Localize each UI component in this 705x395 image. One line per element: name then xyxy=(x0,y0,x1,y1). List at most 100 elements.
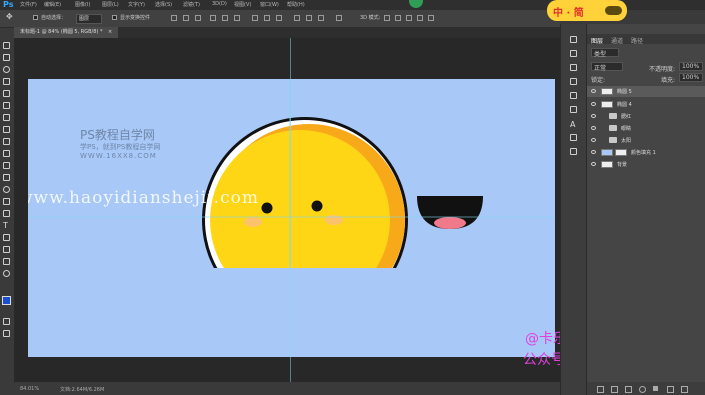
auto-select-checkbox[interactable] xyxy=(33,15,38,20)
distribute-vcenter-icon[interactable] xyxy=(264,15,270,21)
crop-tool-icon[interactable] xyxy=(3,90,10,97)
quick-select-tool-icon[interactable] xyxy=(3,78,10,85)
align-left-icon[interactable] xyxy=(210,15,216,21)
menu-select[interactable]: 选择(S) xyxy=(155,1,172,8)
healing-brush-tool-icon[interactable] xyxy=(3,114,10,121)
menu-filter[interactable]: 滤镜(T) xyxy=(183,1,200,8)
swatches-icon[interactable] xyxy=(570,92,577,99)
lasso-tool-icon[interactable] xyxy=(3,66,10,73)
menu-layer[interactable]: 图层(L) xyxy=(102,1,119,8)
layer-row[interactable]: 腮红 xyxy=(587,111,705,122)
close-icon[interactable]: × xyxy=(108,29,112,35)
distribute-hcenter-icon[interactable] xyxy=(306,15,312,21)
document-tab[interactable]: 未标题-1 @ 84% (椭圆 5, RGB/8) * × xyxy=(14,27,119,38)
canvas-area[interactable]: PS教程自学网 学PS，就到PS教程自学网 WWW.16XX8.COM www.… xyxy=(15,38,560,382)
transform-controls-checkbox[interactable] xyxy=(112,15,117,20)
delete-layer-icon[interactable] xyxy=(681,386,688,393)
eye-icon[interactable] xyxy=(591,150,596,154)
align-right-icon[interactable] xyxy=(234,15,240,21)
layer-row[interactable]: 眼睛 xyxy=(587,123,705,134)
type-tool-icon[interactable]: T xyxy=(3,222,10,230)
menu-view[interactable]: 视图(V) xyxy=(234,1,251,8)
menu-image[interactable]: 图像(I) xyxy=(75,1,90,8)
quick-mask-icon[interactable] xyxy=(3,318,10,325)
brush-tool-icon[interactable] xyxy=(3,126,10,133)
zoom-tool-icon[interactable] xyxy=(3,270,10,277)
layer-row[interactable]: 椭圆 4 xyxy=(587,99,705,110)
layer-row[interactable]: 背景 xyxy=(587,159,705,170)
properties-icon[interactable] xyxy=(570,78,577,85)
tab-layers[interactable]: 图层 xyxy=(591,36,603,45)
distribute-top-icon[interactable] xyxy=(252,15,258,21)
distribute-bottom-icon[interactable] xyxy=(276,15,282,21)
3d-scale-icon[interactable] xyxy=(428,15,434,21)
shape-tool-icon[interactable] xyxy=(3,246,10,253)
auto-select-dropdown[interactable]: 图层 xyxy=(76,14,102,24)
glyphs-icon[interactable] xyxy=(570,148,577,155)
layer-thumbnail xyxy=(601,101,613,108)
history-icon[interactable] xyxy=(570,36,577,43)
3d-drag-icon[interactable] xyxy=(406,15,412,21)
layer-row[interactable]: 颜色填充 1 xyxy=(587,147,705,158)
fx-icon[interactable] xyxy=(611,386,618,393)
eye-icon[interactable] xyxy=(591,89,596,93)
tab-paths[interactable]: 路径 xyxy=(631,36,643,45)
fill-input[interactable]: 100% xyxy=(679,73,703,82)
move-tool-icon[interactable] xyxy=(3,42,10,49)
new-layer-icon[interactable] xyxy=(667,386,674,393)
layer-row[interactable]: 太阳 xyxy=(587,135,705,146)
blend-mode-dropdown[interactable]: 正常 xyxy=(591,62,623,72)
menu-edit[interactable]: 编辑(E) xyxy=(44,1,61,8)
document-canvas[interactable]: PS教程自学网 学PS，就到PS教程自学网 WWW.16XX8.COM www.… xyxy=(28,79,555,357)
new-group-icon[interactable] xyxy=(653,386,658,391)
align-hcenter-icon[interactable] xyxy=(222,15,228,21)
eyedropper-tool-icon[interactable] xyxy=(3,102,10,109)
eraser-tool-icon[interactable] xyxy=(3,162,10,169)
character-icon[interactable]: A xyxy=(570,120,577,129)
add-mask-icon[interactable] xyxy=(625,386,632,393)
pen-tool-icon[interactable] xyxy=(3,210,10,217)
menu-3d[interactable]: 3D(D) xyxy=(212,1,227,7)
eye-icon[interactable] xyxy=(591,114,596,118)
eye-icon[interactable] xyxy=(591,102,596,106)
photoshop-logo: Ps xyxy=(3,0,14,9)
menu-help[interactable]: 帮助(H) xyxy=(287,1,305,8)
eye-icon[interactable] xyxy=(591,162,596,166)
brush-presets-icon[interactable] xyxy=(570,106,577,113)
adjustment-layer-icon[interactable] xyxy=(639,386,646,393)
adjust-icon[interactable] xyxy=(570,64,577,71)
3d-slide-icon[interactable] xyxy=(417,15,423,21)
link-layers-icon[interactable] xyxy=(597,386,604,393)
menu-type[interactable]: 文字(Y) xyxy=(128,1,145,8)
blur-tool-icon[interactable] xyxy=(3,186,10,193)
align-vcenter-icon[interactable] xyxy=(183,15,189,21)
transform-controls-label: 显示变换控件 xyxy=(120,15,151,21)
3d-rotate-icon[interactable] xyxy=(384,15,390,21)
align-top-icon[interactable] xyxy=(171,15,177,21)
history-brush-tool-icon[interactable] xyxy=(3,150,10,157)
path-select-tool-icon[interactable] xyxy=(3,234,10,241)
gradient-tool-icon[interactable] xyxy=(3,174,10,181)
auto-align-icon[interactable] xyxy=(336,15,342,21)
dodge-tool-icon[interactable] xyxy=(3,198,10,205)
zoom-level[interactable]: 84.01% xyxy=(20,386,39,392)
eye-icon[interactable] xyxy=(591,138,596,142)
3d-roll-icon[interactable] xyxy=(395,15,401,21)
menu-file[interactable]: 文件(F) xyxy=(20,1,37,8)
actions-icon[interactable] xyxy=(570,50,577,57)
paragraph-icon[interactable] xyxy=(570,134,577,141)
hand-tool-icon[interactable] xyxy=(3,258,10,265)
foreground-color-swatch[interactable] xyxy=(2,296,11,305)
opacity-input[interactable]: 100% xyxy=(679,62,703,71)
screen-mode-icon[interactable] xyxy=(3,330,10,337)
distribute-right-icon[interactable] xyxy=(318,15,324,21)
clone-stamp-tool-icon[interactable] xyxy=(3,138,10,145)
tab-channels[interactable]: 通道 xyxy=(611,36,623,45)
marquee-tool-icon[interactable] xyxy=(3,54,10,61)
menu-window[interactable]: 窗口(W) xyxy=(260,1,279,8)
distribute-left-icon[interactable] xyxy=(294,15,300,21)
align-bottom-icon[interactable] xyxy=(195,15,201,21)
layer-row[interactable]: 椭圆 5 xyxy=(587,86,705,97)
layer-filter-dropdown[interactable]: 类型 xyxy=(591,48,619,58)
eye-icon[interactable] xyxy=(591,126,596,130)
